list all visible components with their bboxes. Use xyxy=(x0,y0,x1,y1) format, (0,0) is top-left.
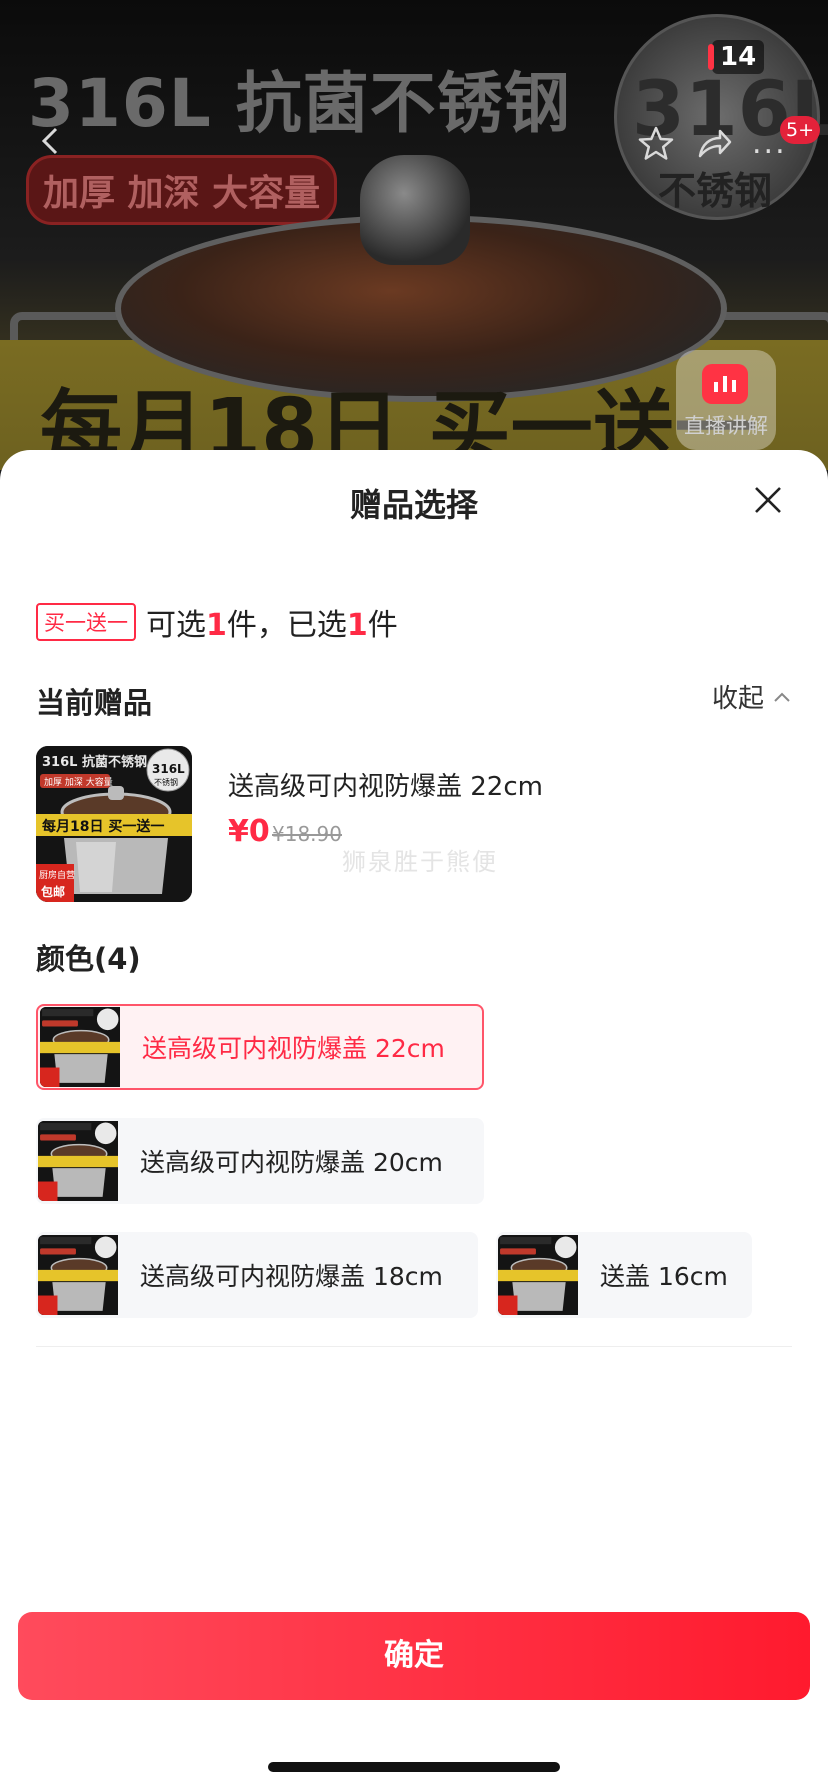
gift-option-20cm[interactable]: 送高级可内视防爆盖 20cm xyxy=(36,1118,484,1204)
pot-knob xyxy=(360,155,470,265)
live-explain-button[interactable]: 直播讲解 xyxy=(676,350,776,450)
confirm-button[interactable]: 确定 xyxy=(18,1612,810,1700)
option-thumbnail xyxy=(38,1121,118,1201)
promo-tag: 买一送一 xyxy=(36,603,136,641)
live-stream-icon xyxy=(702,364,748,404)
selectable-count: 1 xyxy=(206,608,227,643)
thumb-corner-bottom: 包邮 xyxy=(40,884,65,899)
gift-option-16cm[interactable]: 送盖 16cm xyxy=(496,1232,752,1318)
current-gift-heading: 当前赠品 xyxy=(36,686,153,720)
gift-option-18cm[interactable]: 送高级可内视防爆盖 18cm xyxy=(36,1232,478,1318)
option-thumbnail-art xyxy=(38,1235,118,1315)
color-section-heading: 颜色(4) xyxy=(36,942,141,976)
summary-prefix: 可选 xyxy=(146,608,206,643)
option-thumbnail-art xyxy=(498,1235,578,1315)
collapse-toggle[interactable]: 收起 xyxy=(712,678,792,715)
summary-middle: 件，已选 xyxy=(226,608,347,643)
collapse-label: 收起 xyxy=(712,684,765,714)
current-gift-thumbnail: 316L 抗菌不锈钢 加厚 加深 大容量 316L 不锈钢 每月18日 买一送一… xyxy=(36,746,192,902)
watermark-text: 狮泉胜于熊便 xyxy=(342,848,498,876)
close-icon[interactable] xyxy=(752,484,784,516)
option-label: 送高级可内视防爆盖 20cm xyxy=(140,1148,443,1177)
status-count-badge: 14 xyxy=(707,40,765,74)
hero-badge-sub: 不锈钢 xyxy=(658,169,773,213)
current-gift-price: ¥0 xyxy=(228,814,270,849)
live-explain-label: 直播讲解 xyxy=(684,414,768,438)
summary-suffix: 件 xyxy=(367,608,398,643)
product-thumbnail-art: 316L 抗菌不锈钢 加厚 加深 大容量 316L 不锈钢 每月18日 买一送一… xyxy=(36,746,192,902)
cart-count-badge: 5+ xyxy=(780,116,821,144)
option-label: 送盖 16cm xyxy=(600,1262,728,1291)
thumb-badge-sub: 不锈钢 xyxy=(154,777,178,787)
thumb-sub: 加厚 加深 大容量 xyxy=(44,776,113,788)
gift-selection-sheet: 赠品选择 买一送一 可选1件，已选1件 当前赠品 收起 316L 抗菌不锈钢 加… xyxy=(0,450,828,1792)
thumb-corner-top: 厨房自营 xyxy=(39,869,75,881)
current-gift-card: 316L 抗菌不锈钢 加厚 加深 大容量 316L 不锈钢 每月18日 买一送一… xyxy=(36,746,792,906)
current-gift-name: 送高级可内视防爆盖 22cm xyxy=(228,772,543,802)
thumb-title: 316L 抗菌不锈钢 xyxy=(42,754,147,770)
chevron-up-icon xyxy=(774,692,790,702)
selected-count: 1 xyxy=(346,608,368,643)
sheet-title: 赠品选择 xyxy=(349,486,478,524)
gift-option-22cm[interactable]: 送高级可内视防爆盖 22cm xyxy=(36,1004,484,1090)
current-gift-original-price: ¥18.90 xyxy=(272,822,342,846)
selection-summary-text: 可选1件，已选1件 xyxy=(146,600,398,644)
option-label: 送高级可内视防爆盖 22cm xyxy=(142,1034,445,1063)
share-icon[interactable] xyxy=(694,124,734,164)
option-thumbnail xyxy=(40,1007,120,1087)
option-thumbnail-art xyxy=(38,1121,118,1201)
thumb-badge: 316L xyxy=(152,762,185,776)
thumb-banner: 每月18日 买一送一 xyxy=(42,818,164,835)
hero-subtitle: 加厚 加深 大容量 xyxy=(26,155,338,225)
favorite-star-icon[interactable] xyxy=(636,124,676,164)
selection-summary: 买一送一 可选1件，已选1件 xyxy=(36,600,398,644)
home-indicator[interactable] xyxy=(268,1762,560,1772)
option-thumbnail xyxy=(498,1235,578,1315)
back-icon[interactable] xyxy=(36,126,66,156)
option-label: 送高级可内视防爆盖 18cm xyxy=(140,1262,443,1291)
section-divider xyxy=(36,1346,792,1347)
hero-title: 316L 抗菌不锈钢 xyxy=(28,65,571,142)
option-thumbnail xyxy=(38,1235,118,1315)
option-thumbnail-art xyxy=(40,1007,120,1087)
